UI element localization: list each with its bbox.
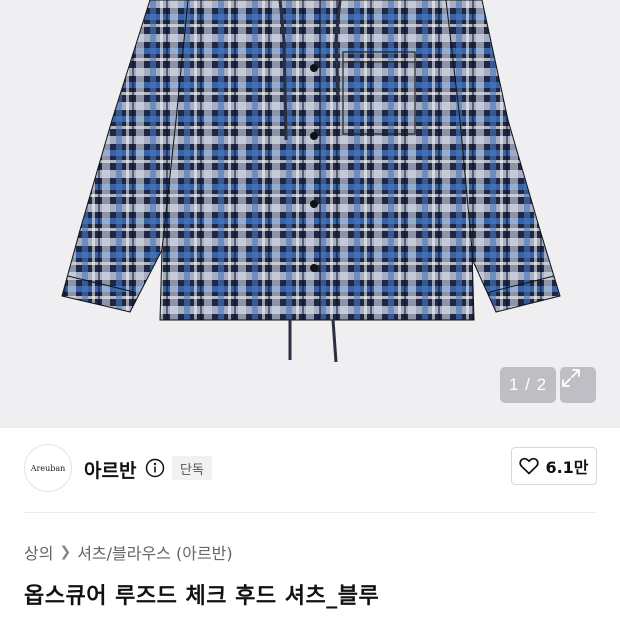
product-title: 옵스큐어 루즈드 체크 후드 셔츠_블루 — [24, 584, 380, 609]
brand-row: Areuban 아르반 단독 6.1만 — [0, 428, 620, 510]
expand-icon — [562, 369, 580, 387]
info-icon[interactable] — [145, 458, 165, 478]
brand-name[interactable]: 아르반 — [84, 456, 136, 483]
product-photo — [61, 0, 561, 363]
heart-icon — [519, 457, 540, 475]
breadcrumb-item-category[interactable]: 상의 — [24, 540, 53, 564]
exclusive-badge: 단독 — [172, 456, 212, 480]
expand-button[interactable] — [560, 367, 596, 403]
like-button[interactable]: 6.1만 — [511, 447, 597, 485]
chevron-right-icon: ❯ — [59, 544, 72, 560]
breadcrumb-item-subcategory[interactable]: 셔츠/블라우스 (아르반) — [77, 540, 232, 564]
image-counter: 1 / 2 — [500, 367, 556, 403]
section-divider — [24, 512, 596, 513]
like-count: 6.1만 — [545, 458, 589, 477]
breadcrumb: 상의 ❯ 셔츠/블라우스 (아르반) — [24, 540, 233, 564]
brand-logo[interactable]: Areuban — [24, 444, 72, 492]
brand-logo-text: Areuban — [30, 463, 66, 473]
product-image-gallery[interactable]: 1 / 2 — [0, 0, 620, 428]
